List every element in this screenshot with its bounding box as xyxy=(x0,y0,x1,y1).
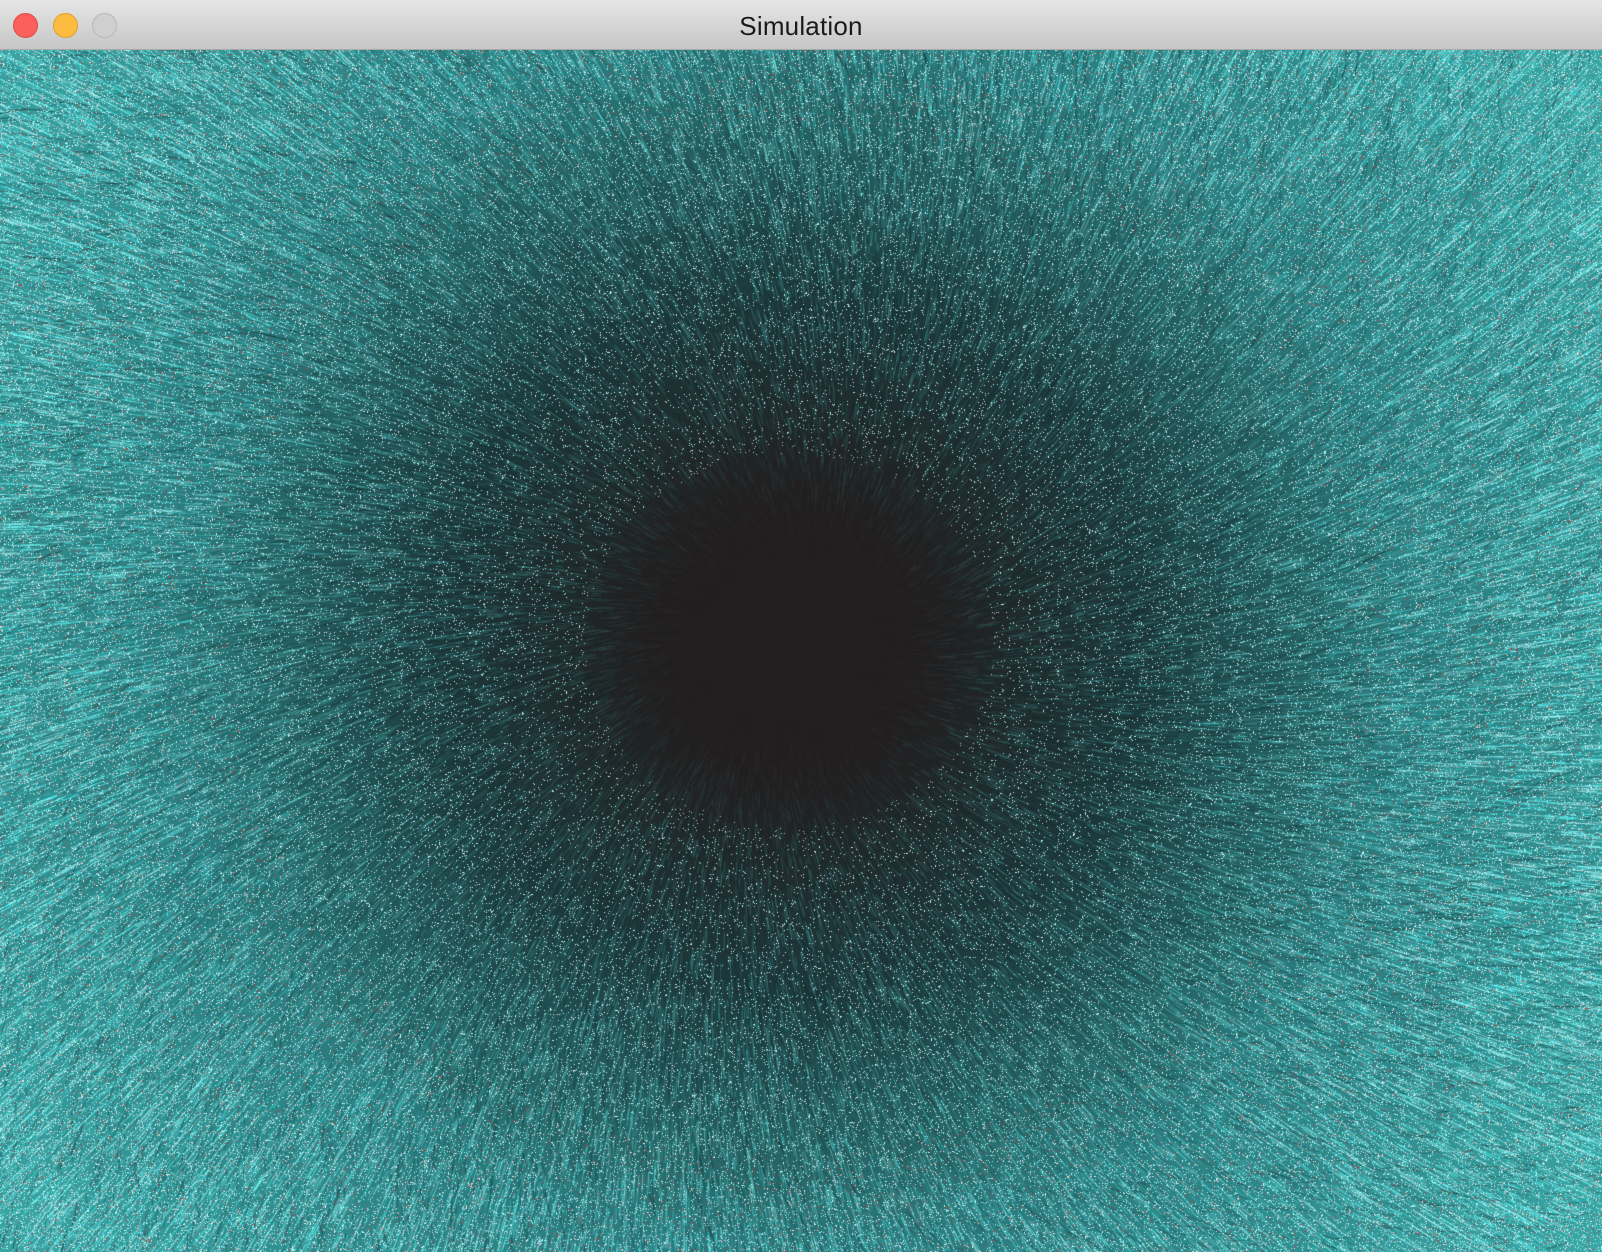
simulation-view[interactable] xyxy=(0,50,1602,1252)
particle-canvas[interactable] xyxy=(0,50,1602,1252)
title-bar[interactable]: Simulation xyxy=(0,0,1602,50)
window-title: Simulation xyxy=(739,11,863,41)
simulation-window: Simulation xyxy=(0,0,1602,1252)
